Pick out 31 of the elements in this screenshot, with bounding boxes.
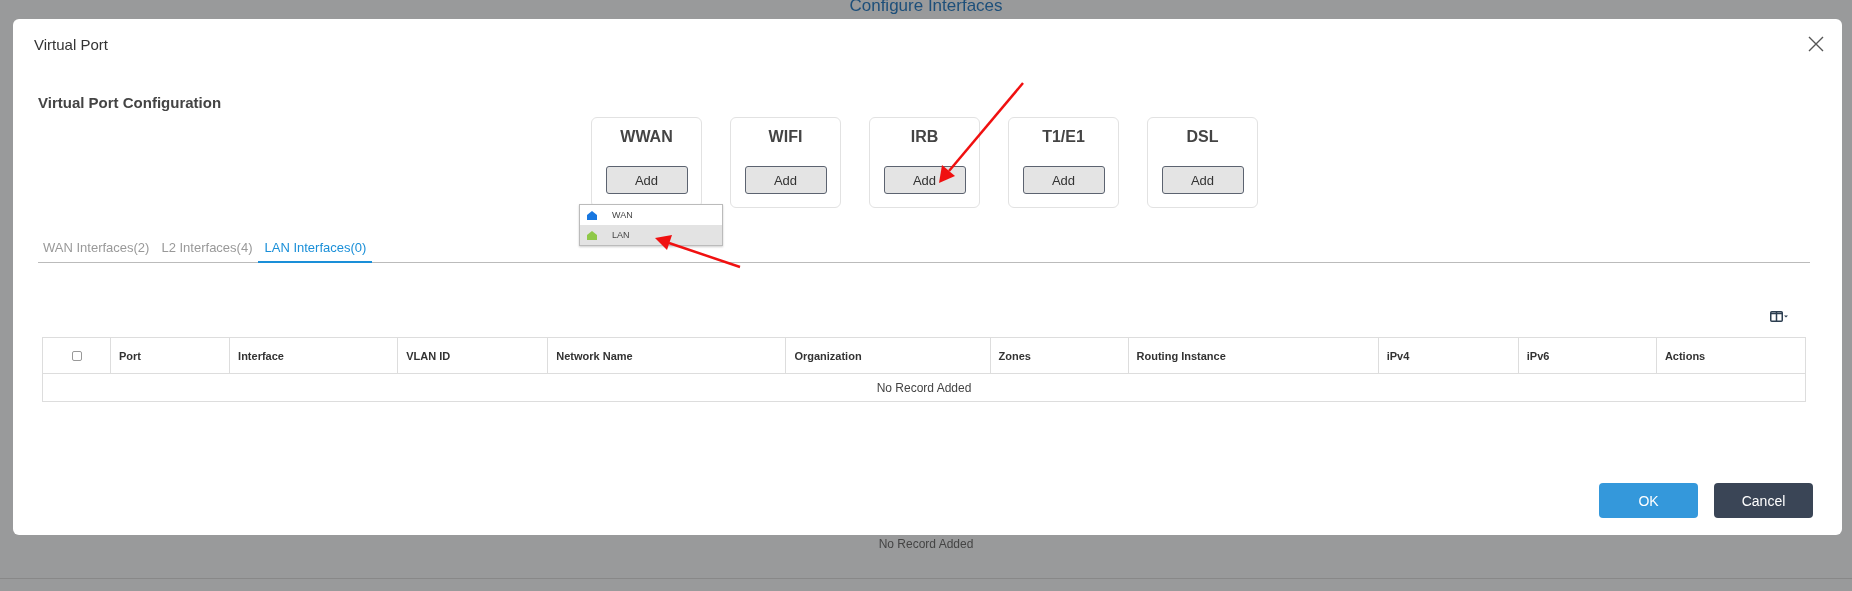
add-button[interactable]: Add [883,166,966,194]
add-button[interactable]: Add [1161,166,1244,194]
menu-item[interactable]: WAN [580,205,722,225]
menu-item[interactable]: LAN [580,225,722,245]
add-button[interactable]: Add [1022,166,1105,194]
add-button[interactable]: Add [744,166,827,194]
column-header: Routing Instance [1128,337,1379,374]
port-type-label: WIFI [768,128,803,146]
column-header: Organization [785,337,990,374]
column-header: Port [110,337,230,374]
column-header: VLAN ID [397,337,548,374]
column-header: Actions [1656,337,1806,374]
port-type-label: T1/E1 [1042,128,1085,146]
port-type-label: DSL [1186,128,1219,146]
column-header: Network Name [547,337,786,374]
close-icon[interactable] [1808,36,1824,52]
column-header: iPv6 [1518,337,1657,374]
column-header: Zones [990,337,1129,374]
port-type-label: IRB [910,128,939,146]
column-header: iPv4 [1378,337,1519,374]
column-header: Interface [229,337,398,374]
dialog-title: Virtual Port [34,35,108,53]
empty-message: No Record Added [42,373,1806,402]
dialog-button[interactable]: Cancel [1714,483,1813,518]
select-all-checkbox[interactable] [71,350,82,361]
port-type-label: WWAN [620,128,673,146]
add-button[interactable]: Add [605,166,688,194]
section-title: Virtual Port Configuration [38,94,223,111]
tab[interactable]: LAN Interfaces(0) [258,238,373,263]
empty-message: No Record Added [877,537,975,551]
columns-icon[interactable] [1770,311,1788,322]
